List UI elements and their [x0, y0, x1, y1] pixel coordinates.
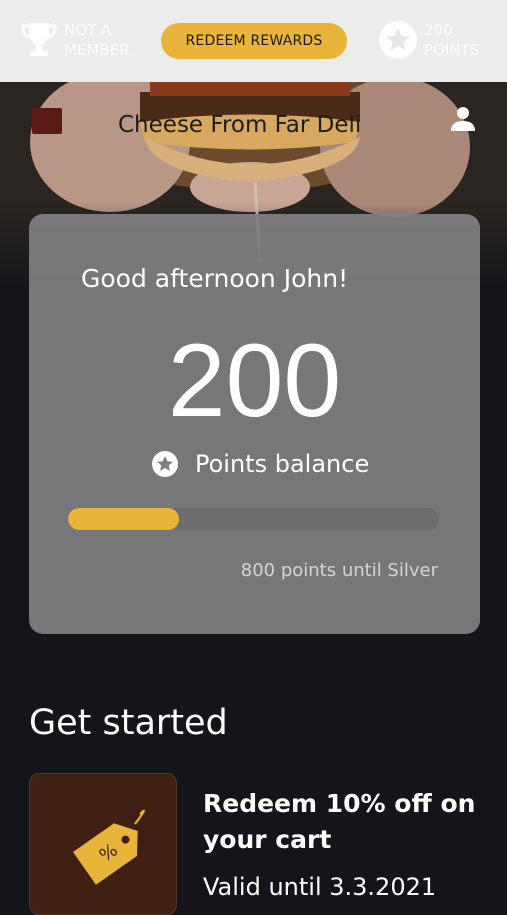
points-line1: 200	[424, 21, 453, 39]
tier-progress-fill	[68, 508, 180, 530]
points-card: Good afternoon John! 200 Points balance …	[29, 214, 480, 634]
offer-title[interactable]: Redeem 10% off on your cart	[203, 786, 493, 858]
offer-validity: Valid until 3.3.2021	[203, 873, 437, 901]
star-badge-icon	[379, 21, 417, 59]
points-balance-row: Points balance	[151, 450, 369, 478]
tier-progress-bar	[68, 508, 439, 530]
membership-line2: MEMBER	[64, 41, 130, 59]
restaurant-name: Cheese From Far Deli	[118, 112, 362, 138]
trophy-icon	[21, 23, 57, 56]
points-balance-label: Points balance	[195, 450, 370, 478]
membership-text: NOT A MEMBER	[64, 20, 130, 60]
person-icon[interactable]	[448, 104, 478, 134]
star-circle-icon	[152, 451, 178, 477]
membership-line1: NOT A	[64, 21, 112, 39]
redeem-rewards-button[interactable]: REDEEM REWARDS	[161, 23, 347, 59]
points-text: 200 POINTS	[424, 20, 479, 60]
next-tier-text: 800 points until Silver	[240, 560, 438, 581]
points-summary[interactable]: 200 POINTS	[378, 20, 479, 60]
greeting: Good afternoon John!	[81, 264, 349, 293]
points-line2: POINTS	[424, 41, 480, 59]
membership-status[interactable]: NOT A MEMBER	[20, 20, 130, 60]
get-started-title: Get started	[29, 703, 228, 743]
points-balance-value: 200	[167, 323, 342, 439]
restaurant-logo	[32, 108, 62, 134]
rewards-bar: NOT A MEMBER REDEEM REWARDS 200 POINTS	[0, 0, 507, 82]
offer-thumbnail[interactable]: %	[29, 773, 177, 915]
discount-tag-icon: %	[73, 809, 145, 885]
